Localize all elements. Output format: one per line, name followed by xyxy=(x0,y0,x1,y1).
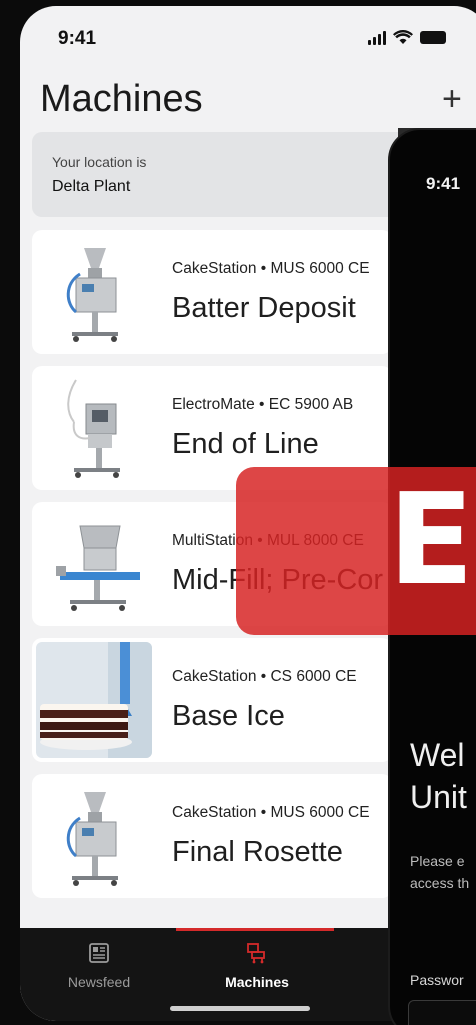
location-value: Delta Plant xyxy=(52,178,131,195)
password-label: Passwor xyxy=(410,972,464,988)
machine-card[interactable]: CakeStation • MUS 6000 CE Batter Deposit xyxy=(32,230,392,354)
machine-name: End of Line xyxy=(172,428,319,460)
login-description: Please e access th xyxy=(410,850,469,895)
dispenser-machine-image xyxy=(36,370,152,486)
depositor-machine-image xyxy=(36,234,152,350)
newsfeed-icon xyxy=(89,943,109,963)
machine-card[interactable]: CakeStation • CS 6000 CE Base Ice xyxy=(32,638,392,762)
battery-icon xyxy=(420,31,446,44)
machine-card[interactable]: CakeStation • MUS 6000 CE Final Rosette xyxy=(32,774,392,898)
machine-name: Base Ice xyxy=(172,700,285,732)
tab-machines[interactable]: Machines xyxy=(202,942,312,990)
add-machine-button[interactable]: + xyxy=(442,82,462,116)
status-time: 9:41 xyxy=(58,28,97,49)
machine-name: Batter Deposit xyxy=(172,292,356,324)
active-tab-indicator xyxy=(176,928,334,931)
stage: 9:41 Machines + Your location is Delta P… xyxy=(0,0,476,1025)
machine-model: CakeStation • MUS 6000 CE xyxy=(172,260,370,277)
multistation-machine-image xyxy=(36,506,152,622)
tab-newsfeed-label: Newsfeed xyxy=(67,974,131,990)
location-label: Your location is xyxy=(52,154,147,170)
signal-icon xyxy=(368,30,386,45)
machines-icon xyxy=(247,943,265,964)
status-bar: 9:41 xyxy=(20,6,476,66)
machine-model: CakeStation • MUS 6000 CE xyxy=(172,804,370,821)
welcome-line-1: Wel xyxy=(410,737,465,773)
location-banner[interactable]: Your location is Delta Plant xyxy=(32,132,432,217)
home-indicator xyxy=(170,1006,310,1011)
status-icons xyxy=(368,30,446,45)
depositor-machine-image xyxy=(36,778,152,894)
wifi-icon xyxy=(393,30,413,44)
password-field[interactable] xyxy=(408,1000,476,1025)
cake-photo-image xyxy=(36,642,152,758)
welcome-heading: Wel Unit xyxy=(410,735,467,818)
desc-line-2: access th xyxy=(410,875,470,892)
machine-name: Final Rosette xyxy=(172,836,343,868)
overlay-banner: EX xyxy=(236,467,476,635)
login-status-time: 9:41 xyxy=(426,174,461,193)
tab-machines-label: Machines xyxy=(225,974,289,990)
page-title: Machines xyxy=(40,78,203,120)
machine-model: ElectroMate • EC 5900 AB xyxy=(172,396,354,413)
overlay-text: EX xyxy=(388,467,476,613)
tab-newsfeed[interactable]: Newsfeed xyxy=(44,942,154,990)
welcome-line-2: Unit xyxy=(410,778,467,815)
desc-line-1: Please e xyxy=(410,853,465,869)
machine-model: CakeStation • CS 6000 CE xyxy=(172,668,357,685)
